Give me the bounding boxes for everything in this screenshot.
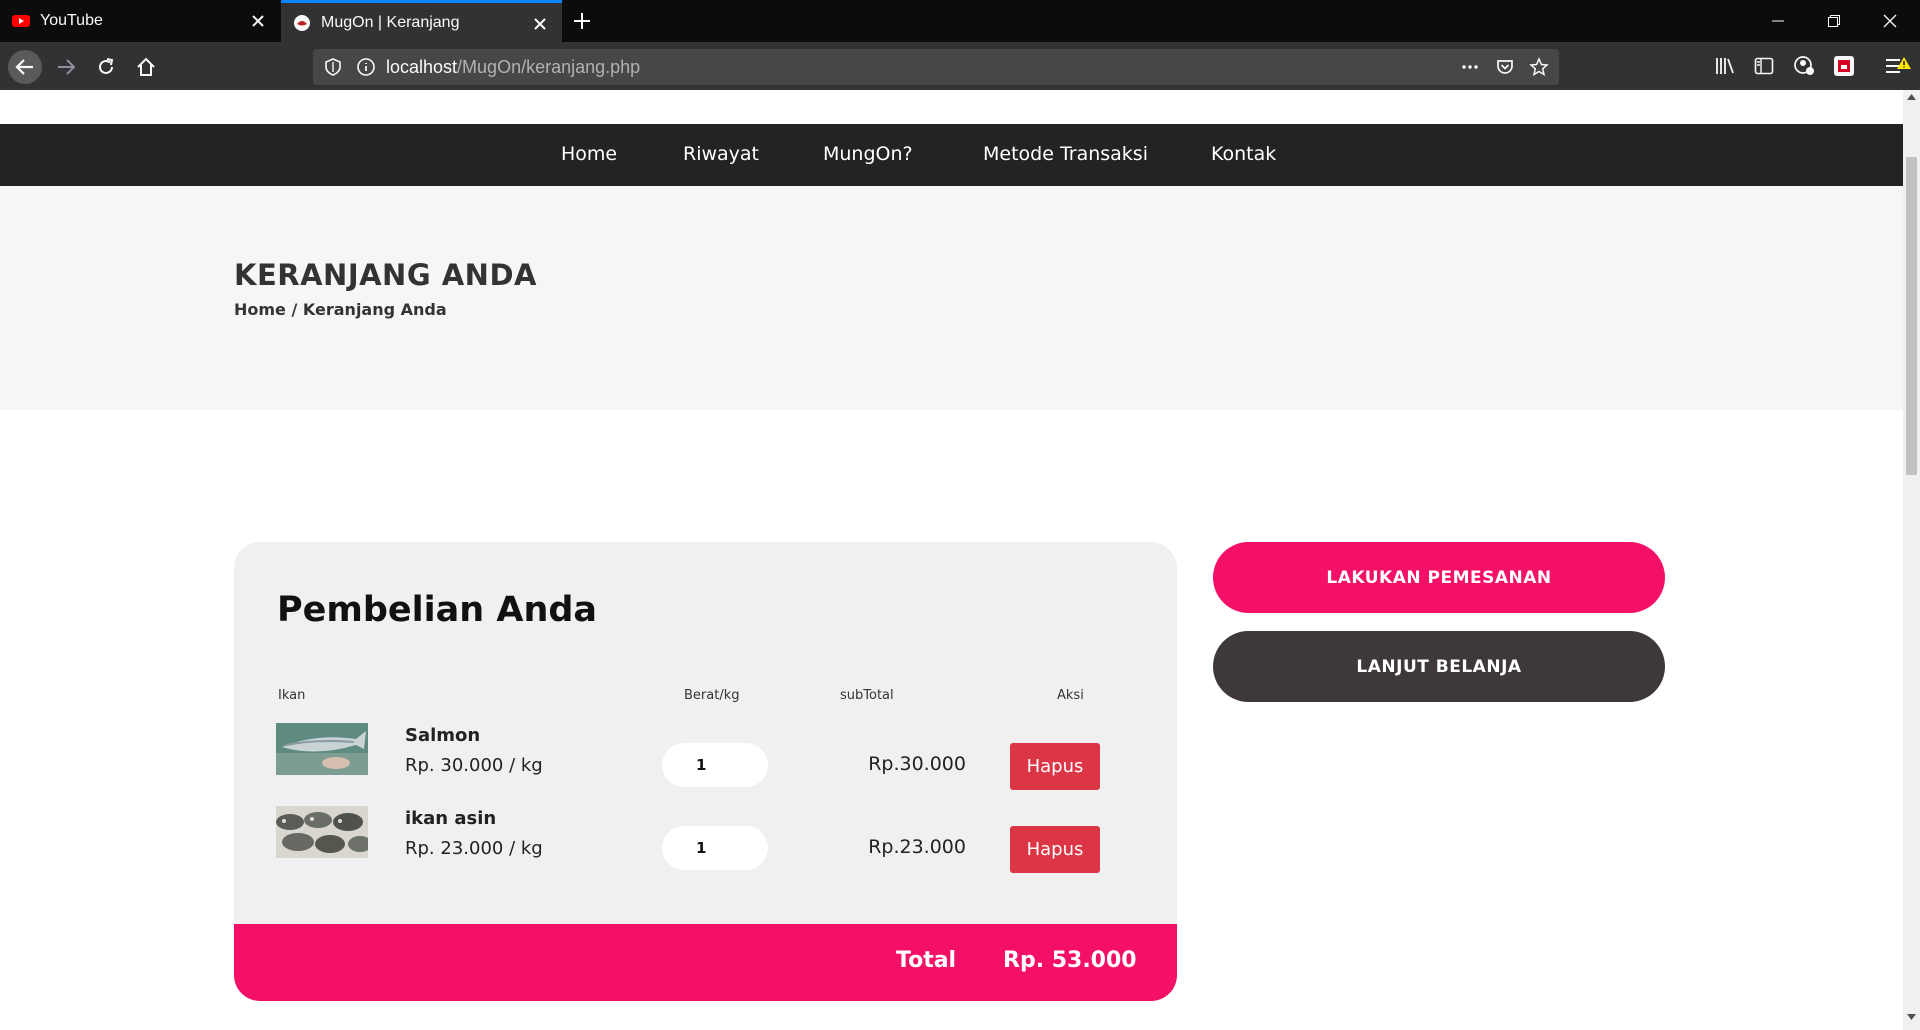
reload-icon (99, 58, 114, 74)
forward-button[interactable] (49, 50, 83, 84)
tab-title: YouTube (40, 12, 103, 29)
address-bar[interactable]: localhost/MugOn/keranjang.php (313, 49, 1559, 85)
shield-icon[interactable] (323, 57, 343, 77)
tab-youtube[interactable]: YouTube (0, 0, 280, 42)
cart-row: Salmon Rp. 30.000 / kg Rp.30.000 Hapus (234, 723, 1177, 790)
url-path: /MugOn/keranjang.php (457, 57, 641, 77)
close-icon (1883, 14, 1897, 28)
info-icon[interactable] (356, 57, 376, 77)
arrow-left-icon (15, 59, 33, 75)
home-icon (137, 57, 155, 76)
home-button[interactable] (129, 50, 163, 84)
site-navigation: Home Riwayat MungOn? Metode Transaksi Ko… (0, 124, 1903, 186)
cart-panel: Pembelian Anda Ikan Berat/kg subTotal Ak… (234, 542, 1177, 1001)
continue-shopping-button[interactable]: LANJUT BELANJA (1213, 631, 1665, 702)
breadcrumb: Home / Keranjang Anda (234, 300, 447, 319)
scrollbar-thumb[interactable] (1906, 157, 1917, 475)
library-icon[interactable] (1714, 55, 1736, 77)
arrow-right-icon (58, 59, 76, 75)
total-label: Total (896, 948, 957, 973)
item-subtotal: Rp.30.000 (868, 753, 966, 775)
total-value: Rp. 53.000 (1003, 948, 1137, 973)
nav-metode-transaksi-link[interactable]: Metode Transaksi (983, 143, 1148, 165)
extension-icon[interactable] (1833, 55, 1855, 77)
salmon-image (276, 723, 368, 775)
new-tab-plus-icon[interactable] (570, 9, 594, 33)
item-price: Rp. 30.000 / kg (405, 755, 543, 776)
place-order-button[interactable]: LAKUKAN PEMESANAN (1213, 542, 1665, 613)
remove-item-button[interactable]: Hapus (1010, 826, 1100, 873)
weight-input[interactable] (662, 826, 768, 870)
ikan-asin-image (276, 806, 368, 858)
tab-mugon[interactable]: MugOn | Keranjang (281, 0, 562, 42)
scroll-up-arrow-icon[interactable] (1907, 94, 1916, 100)
more-actions-icon[interactable] (1460, 57, 1480, 77)
bookmark-star-icon[interactable] (1529, 57, 1549, 77)
youtube-icon (12, 15, 30, 27)
menu-icon[interactable] (1884, 55, 1912, 77)
column-header-fish: Ikan (278, 688, 306, 703)
reload-button[interactable] (89, 50, 123, 84)
nav-riwayat-link[interactable]: Riwayat (683, 143, 759, 165)
nav-mungon-link[interactable]: MungOn? (823, 143, 913, 165)
browser-toolbar: localhost/MugOn/keranjang.php (0, 42, 1920, 90)
nav-home-link[interactable]: Home (561, 143, 617, 165)
sidebar-icon[interactable] (1753, 55, 1775, 77)
total-bar: Total Rp. 53.000 (234, 924, 1177, 1001)
url-text[interactable]: localhost/MugOn/keranjang.php (386, 57, 640, 78)
column-header-action: Aksi (1057, 688, 1084, 703)
weight-input[interactable] (662, 743, 768, 787)
item-name: Salmon (405, 725, 481, 746)
minimize-icon (1772, 20, 1784, 22)
item-name: ikan asin (405, 808, 497, 829)
nav-kontak-link[interactable]: Kontak (1211, 143, 1276, 165)
remove-item-button[interactable]: Hapus (1010, 743, 1100, 790)
page-header: KERANJANG ANDA Home / Keranjang Anda (0, 186, 1903, 410)
item-subtotal: Rp.23.000 (868, 836, 966, 858)
back-button[interactable] (8, 50, 42, 84)
page-scrollbar[interactable] (1903, 90, 1920, 1030)
restore-icon (1828, 15, 1840, 27)
column-header-subtotal: subTotal (840, 688, 894, 703)
page-viewport: Home Riwayat MungOn? Metode Transaksi Ko… (0, 90, 1903, 1030)
browser-tab-bar: YouTube MugOn | Keranjang (0, 0, 1920, 42)
site-favicon-icon (294, 14, 310, 31)
close-window-button[interactable] (1864, 0, 1916, 42)
item-price: Rp. 23.000 / kg (405, 838, 543, 859)
pocket-icon[interactable] (1495, 57, 1515, 77)
tab-title: MugOn | Keranjang (321, 13, 460, 31)
scroll-down-arrow-icon[interactable] (1907, 1014, 1916, 1020)
close-icon[interactable] (248, 11, 268, 31)
close-icon[interactable] (530, 14, 550, 34)
url-host: localhost (386, 57, 458, 77)
account-icon[interactable] (1793, 55, 1815, 77)
page-title: KERANJANG ANDA (234, 258, 537, 292)
restore-button[interactable] (1808, 0, 1860, 42)
cart-title: Pembelian Anda (277, 590, 598, 630)
cart-row: ikan asin Rp. 23.000 / kg Rp.23.000 Hapu… (234, 806, 1177, 873)
column-header-weight: Berat/kg (684, 688, 740, 703)
minimize-button[interactable] (1752, 0, 1804, 42)
